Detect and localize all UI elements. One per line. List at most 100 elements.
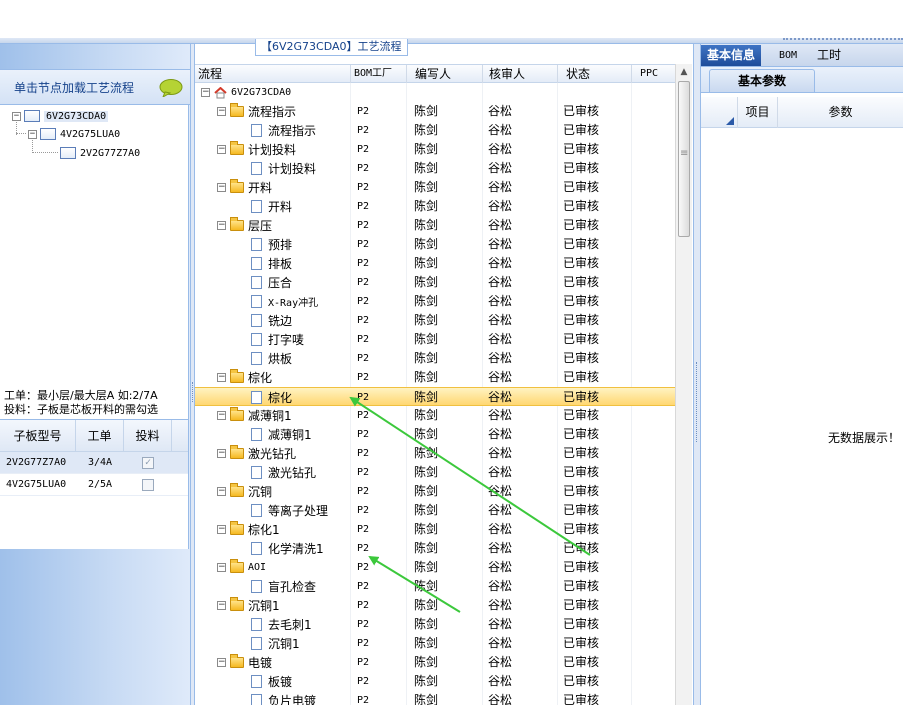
process-step-row[interactable]: 化学清洗1 P2 陈剑 谷松 已审核 bbox=[195, 539, 675, 558]
subboard-row[interactable]: 2V2G77Z7A0 3/4A ✓ bbox=[0, 452, 188, 474]
step-label: 板镀 bbox=[268, 675, 293, 689]
process-step-row[interactable]: 预排 P2 陈剑 谷松 已审核 bbox=[195, 235, 675, 254]
tree-cell: 打字唛 bbox=[251, 330, 304, 349]
collapse-icon[interactable]: − bbox=[217, 183, 226, 192]
process-group-row[interactable]: − 减薄铜1 P2 陈剑 谷松 已审核 bbox=[195, 406, 675, 425]
splitter-grip[interactable] bbox=[696, 362, 698, 442]
process-step-row[interactable]: 烘板 P2 陈剑 谷松 已审核 bbox=[195, 349, 675, 368]
process-group-row[interactable]: − AOI P2 陈剑 谷松 已审核 bbox=[195, 558, 675, 577]
collapse-icon[interactable]: − bbox=[217, 411, 226, 420]
collapse-icon[interactable]: − bbox=[217, 601, 226, 610]
process-step-row[interactable]: 压合 P2 陈剑 谷松 已审核 bbox=[195, 273, 675, 292]
process-step-row[interactable]: 打字唛 P2 陈剑 谷松 已审核 bbox=[195, 330, 675, 349]
process-group-row[interactable]: − 棕化1 P2 陈剑 谷松 已审核 bbox=[195, 520, 675, 539]
process-step-row[interactable]: 激光钻孔 P2 陈剑 谷松 已审核 bbox=[195, 463, 675, 482]
process-step-row[interactable]: 开料 P2 陈剑 谷松 已审核 bbox=[195, 197, 675, 216]
speech-bubble-icon[interactable] bbox=[159, 79, 183, 97]
collapse-icon[interactable]: − bbox=[12, 111, 21, 121]
tree-cell: − 流程指示 bbox=[217, 102, 296, 121]
collapse-icon[interactable]: − bbox=[217, 221, 226, 230]
col-bom[interactable]: BOM工厂 bbox=[350, 65, 406, 83]
collapse-icon[interactable]: − bbox=[217, 563, 226, 572]
reviewer-cell: 谷松 bbox=[488, 351, 513, 365]
process-group-row[interactable]: − 棕化 P2 陈剑 谷松 已审核 bbox=[195, 368, 675, 387]
process-group-row[interactable]: − 沉铜 P2 陈剑 谷松 已审核 bbox=[195, 482, 675, 501]
page-icon bbox=[251, 694, 262, 705]
col-model[interactable]: 子板型号 bbox=[0, 420, 76, 451]
tree-cell: − AOI bbox=[217, 558, 266, 577]
process-group-row[interactable]: − 开料 P2 陈剑 谷松 已审核 bbox=[195, 178, 675, 197]
step-label: 减薄铜1 bbox=[248, 409, 292, 423]
process-step-row[interactable]: 去毛刺1 P2 陈剑 谷松 已审核 bbox=[195, 615, 675, 634]
tree-node-root[interactable]: − 6V2G73CDA0 bbox=[12, 107, 109, 125]
process-group-row[interactable]: − 计划投料 P2 陈剑 谷松 已审核 bbox=[195, 140, 675, 159]
process-group-row[interactable]: − 层压 P2 陈剑 谷松 已审核 bbox=[195, 216, 675, 235]
col-order[interactable]: 工单 bbox=[76, 420, 124, 451]
collapse-icon[interactable]: − bbox=[217, 107, 226, 116]
scroll-up-icon[interactable]: ▲ bbox=[676, 64, 692, 80]
page-icon bbox=[251, 637, 262, 650]
scroll-thumb[interactable] bbox=[678, 81, 690, 237]
collapse-icon[interactable]: − bbox=[28, 129, 37, 139]
tree-node-child[interactable]: − 4V2G75LUA0 bbox=[28, 125, 120, 143]
status-cell: 已审核 bbox=[563, 123, 600, 137]
process-step-row[interactable]: 沉铜1 P2 陈剑 谷松 已审核 bbox=[195, 634, 675, 653]
tree-node-label: 4V2G75LUA0 bbox=[60, 128, 121, 140]
process-group-row[interactable]: − 电镀 P2 陈剑 谷松 已审核 bbox=[195, 653, 675, 672]
writer-cell: 陈剑 bbox=[414, 313, 439, 327]
col-reviewer[interactable]: 核审人 bbox=[482, 65, 557, 83]
process-step-row[interactable]: 板镀 P2 陈剑 谷松 已审核 bbox=[195, 672, 675, 691]
subtab-basic-params[interactable]: 基本参数 bbox=[709, 69, 816, 92]
tab-bom[interactable]: BOM bbox=[773, 45, 803, 66]
collapse-icon[interactable]: − bbox=[217, 449, 226, 458]
col-status[interactable]: 状态 bbox=[557, 65, 631, 83]
subboard-row[interactable]: 4V2G75LUA0 2/5A bbox=[0, 474, 188, 496]
bom-cell: P2 bbox=[357, 220, 370, 231]
process-step-row[interactable]: 铣边 P2 陈剑 谷松 已审核 bbox=[195, 311, 675, 330]
process-step-row[interactable]: 盲孔检查 P2 陈剑 谷松 已审核 bbox=[195, 577, 675, 596]
col-writer[interactable]: 编写人 bbox=[406, 65, 482, 83]
process-group-row[interactable]: − 激光钻孔 P2 陈剑 谷松 已审核 bbox=[195, 444, 675, 463]
collapse-icon[interactable]: − bbox=[217, 145, 226, 154]
status-cell: 已审核 bbox=[563, 655, 600, 669]
process-step-row[interactable]: 等离子处理 P2 陈剑 谷松 已审核 bbox=[195, 501, 675, 520]
process-group-row[interactable]: − 沉铜1 P2 陈剑 谷松 已审核 bbox=[195, 596, 675, 615]
process-step-row[interactable]: X-Ray冲孔 P2 陈剑 谷松 已审核 bbox=[195, 292, 675, 311]
process-group-row[interactable]: − 流程指示 P2 陈剑 谷松 已审核 bbox=[195, 102, 675, 121]
col-item[interactable]: 项目 bbox=[737, 97, 777, 128]
right-splitter[interactable] bbox=[693, 44, 701, 705]
col-feed[interactable]: 投料 bbox=[124, 420, 172, 451]
feed-checkbox[interactable]: ✓ bbox=[142, 456, 154, 469]
collapse-icon[interactable]: − bbox=[201, 88, 210, 97]
collapse-icon[interactable]: − bbox=[217, 658, 226, 667]
process-step-row[interactable]: 负片电镀 P2 陈剑 谷松 已审核 bbox=[195, 691, 675, 705]
process-step-row[interactable]: 减薄铜1 P2 陈剑 谷松 已审核 bbox=[195, 425, 675, 444]
collapse-icon[interactable]: − bbox=[217, 373, 226, 382]
tab-basic-info[interactable]: 基本信息 bbox=[701, 45, 762, 66]
feed-checkbox[interactable] bbox=[142, 478, 154, 491]
tree-root-row[interactable]: − 6V2G73CDA0 bbox=[195, 83, 675, 102]
col-ppc[interactable]: PPC bbox=[631, 65, 675, 83]
collapse-icon[interactable]: − bbox=[217, 487, 226, 496]
reviewer-cell: 谷松 bbox=[488, 655, 513, 669]
left-pane: 单击节点加载工艺流程 − 6V2G73CDA0 − 4V2G75LUA0 2V2… bbox=[0, 44, 190, 705]
folder-icon bbox=[230, 654, 244, 668]
tree-node-grandchild[interactable]: 2V2G77Z7A0 bbox=[60, 144, 140, 162]
document-icon bbox=[40, 128, 56, 140]
process-step-row[interactable]: 流程指示 P2 陈剑 谷松 已审核 bbox=[195, 121, 675, 140]
col-flow[interactable]: 流程 bbox=[195, 65, 350, 83]
vertical-scrollbar[interactable]: ▲ bbox=[675, 64, 692, 705]
collapse-icon[interactable]: − bbox=[217, 525, 226, 534]
resize-grip-top[interactable] bbox=[783, 38, 903, 41]
splitter-grip[interactable] bbox=[192, 382, 194, 402]
step-label: 压合 bbox=[268, 276, 293, 290]
process-step-row[interactable]: 棕化 P2 陈剑 谷松 已审核 bbox=[195, 387, 675, 406]
process-step-row[interactable]: 排板 P2 陈剑 谷松 已审核 bbox=[195, 254, 675, 273]
process-step-row[interactable]: 计划投料 P2 陈剑 谷松 已审核 bbox=[195, 159, 675, 178]
tab-work-hours[interactable]: 工时 bbox=[811, 45, 847, 66]
step-label: 层压 bbox=[248, 219, 273, 233]
col-param[interactable]: 参数 bbox=[777, 97, 903, 128]
process-grid-body: − 6V2G73CDA0 − 流程指示 P2 陈剑 谷松 已审核 流程指示 P2 陈剑 谷松 已审核… bbox=[195, 83, 675, 705]
page-icon bbox=[251, 200, 262, 213]
bom-cell: P2 bbox=[357, 296, 370, 307]
